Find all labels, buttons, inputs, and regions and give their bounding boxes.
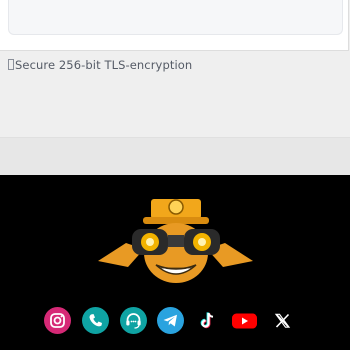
tiktok-link[interactable] [194, 307, 221, 334]
x-link[interactable] [269, 307, 296, 334]
card-panel [8, 0, 343, 35]
security-note: Secure 256-bit TLS-encryption [8, 58, 192, 72]
tiktok-icon [200, 312, 214, 329]
youtube-link[interactable] [231, 307, 258, 334]
separator-band [0, 137, 350, 176]
binoculars-mascot-logo [98, 199, 253, 283]
instagram-icon [44, 307, 71, 334]
telegram-icon [157, 307, 184, 334]
support-link[interactable] [120, 307, 147, 334]
phone-icon [82, 307, 109, 334]
telegram-link[interactable] [157, 307, 184, 334]
phone-link[interactable] [82, 307, 109, 334]
lock-icon [8, 59, 14, 70]
security-note-text: Secure 256-bit TLS-encryption [15, 58, 193, 72]
social-links [0, 307, 350, 335]
x-icon [274, 313, 291, 328]
instagram-link[interactable] [44, 307, 71, 334]
headset-icon [120, 307, 147, 334]
youtube-icon [232, 313, 257, 329]
content-card [0, 0, 349, 51]
page: Secure 256-bit TLS-encryption [0, 0, 350, 350]
footer [0, 175, 350, 350]
